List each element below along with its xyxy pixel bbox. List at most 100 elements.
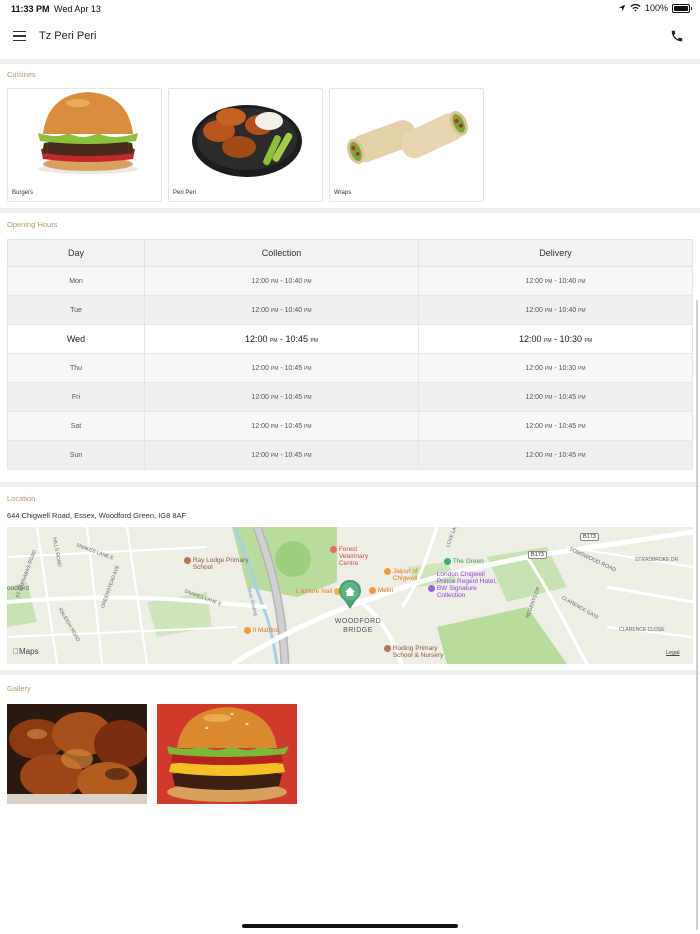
map-poi-the-green[interactable]: The Green [444, 558, 484, 565]
maps-brand: Maps [13, 647, 39, 656]
map-poi-london-chigwell[interactable]: London Chigwell Prince Regent Hotel, BW … [428, 571, 497, 599]
location-arrow-icon [618, 4, 626, 12]
delivery-cell: 12:00 PM - 10:45 PM [418, 411, 693, 441]
cuisine-label: Wraps [334, 190, 352, 196]
status-indicators: 100% [618, 3, 692, 13]
apple-maps-logo: Maps [13, 647, 39, 656]
gallery-image-wings[interactable] [7, 704, 147, 804]
collection-cell: 12:00 PM - 10:45 PM [144, 440, 419, 470]
section-divider [0, 670, 700, 675]
gallery-image-burger[interactable] [157, 704, 297, 804]
map-poi-forest-vet[interactable]: Forest Veterinary Centre [330, 546, 381, 567]
restaurant-title: Tz Peri Peri [39, 30, 97, 42]
burger-photo [157, 704, 297, 804]
status-date: Wed Apr 13 [54, 4, 101, 14]
school-icon [384, 645, 391, 652]
map-poi-jaipur[interactable]: Jaipur of Chigwell [384, 568, 427, 582]
map-poi-lamore[interactable]: L'amore Nail [296, 588, 342, 596]
location-map[interactable]: oodford ST BARNABAS ROAD HILLS ROAD SNAK… [7, 527, 693, 664]
table-row: Thu 12:00 PM - 10:45 PM 12:00 PM - 10:30… [7, 353, 693, 383]
status-bar: 11:33 PM Wed Apr 13 100% [0, 0, 700, 18]
map-poi-label: Roding Primary School & Nursery [392, 645, 444, 659]
cuisine-label: Peri Peri [173, 190, 197, 196]
cuisine-label: Burgers [12, 190, 34, 196]
restaurant-icon [384, 568, 391, 575]
map-poi-label: Melin [377, 587, 394, 595]
peri-peri-wings-image [192, 105, 302, 177]
battery-icon [672, 3, 692, 13]
delivery-cell: 12:00 PM - 10:45 PM [418, 382, 693, 412]
day-cell: Thu [7, 353, 145, 383]
collection-cell: 12:00 PM - 10:40 PM [144, 266, 419, 296]
restaurant-icon [369, 587, 376, 594]
opening-hours-table: Day Collection Delivery Mon 12:00 PM - 1… [7, 239, 693, 470]
location-heading: Location [7, 494, 36, 503]
map-poi-label: Forest Veterinary Centre [338, 546, 369, 567]
map-street-label: STRADBROKE DR [635, 557, 679, 563]
burger-image [38, 92, 138, 174]
day-cell: Fri [7, 382, 145, 412]
table-header-collection: Collection [144, 239, 419, 267]
hotel-icon [428, 585, 435, 592]
restaurant-icon [244, 627, 251, 634]
collection-cell: 12:00 PM - 10:45 PM [144, 324, 419, 354]
road-shield-b173: B173 [528, 551, 547, 559]
map-street-label: CLARENCE CLOSE [619, 627, 665, 633]
hamburger-menu-icon[interactable] [13, 31, 26, 42]
table-row: Tue 12:00 PM - 10:40 PM 12:00 PM - 10:40… [7, 295, 693, 325]
wraps-image [347, 111, 468, 164]
collection-cell: 12:00 PM - 10:40 PM [144, 295, 419, 325]
day-cell: Tue [7, 295, 145, 325]
table-row: Sun 12:00 PM - 10:45 PM 12:00 PM - 10:45… [7, 440, 693, 470]
map-poi-label: Il Mattino [252, 627, 280, 635]
scrollbar[interactable] [696, 300, 698, 930]
school-icon [184, 557, 191, 564]
home-indicator[interactable] [242, 924, 458, 928]
restaurant-address: 644 Chigwell Road, Essex, Woodford Green… [7, 511, 187, 520]
app-header: Tz Peri Peri [0, 18, 700, 58]
table-row: Sat 12:00 PM - 10:45 PM 12:00 PM - 10:45… [7, 411, 693, 441]
cuisine-card-wraps[interactable]: Wraps [329, 88, 484, 202]
section-divider [0, 482, 700, 487]
road-shield-b173: B173 [580, 533, 599, 541]
vet-icon [330, 546, 337, 553]
grilled-chicken-photo [7, 704, 147, 804]
map-poi-il-mattino[interactable]: Il Mattino [244, 627, 279, 634]
map-legal-link[interactable]: Legal [666, 650, 679, 656]
day-cell: Wed [7, 324, 145, 354]
day-cell: Sat [7, 411, 145, 441]
table-row: Fri 12:00 PM - 10:45 PM 12:00 PM - 10:45… [7, 382, 693, 412]
battery-percent: 100% [644, 3, 668, 13]
map-area-label: WOODFORD BRIDGE [334, 618, 382, 634]
map-poi-label: Ray Lodge Primary School [192, 557, 249, 571]
restaurant-location-pin-icon[interactable] [338, 580, 362, 610]
map-poi-label: The Green [452, 558, 484, 566]
collection-cell: 12:00 PM - 10:45 PM [144, 411, 419, 441]
cuisine-card-peri-peri[interactable]: Peri Peri [168, 88, 323, 202]
map-poi-ray-lodge[interactable]: Ray Lodge Primary School [184, 557, 253, 571]
table-header-day: Day [7, 239, 145, 267]
park-icon [444, 558, 451, 565]
wifi-icon [630, 4, 641, 12]
map-poi-roding[interactable]: Roding Primary School & Nursery [384, 645, 455, 659]
collection-cell: 12:00 PM - 10:45 PM [144, 382, 419, 412]
delivery-cell: 12:00 PM - 10:40 PM [418, 295, 693, 325]
map-poi-label: Jaipur of Chigwell [392, 568, 418, 582]
phone-icon[interactable] [670, 29, 684, 43]
delivery-cell: 12:00 PM - 10:40 PM [418, 266, 693, 296]
table-row: Mon 12:00 PM - 10:40 PM 12:00 PM - 10:40… [7, 266, 693, 296]
gallery-heading: Gallery [7, 684, 31, 693]
table-row-today: Wed 12:00 PM - 10:45 PM 12:00 PM - 10:30… [7, 324, 693, 354]
delivery-cell: 12:00 PM - 10:30 PM [418, 353, 693, 383]
map-poi-label: L'amore Nail [296, 588, 333, 596]
opening-hours-heading: Opening Hours [7, 220, 58, 229]
section-divider [0, 59, 700, 64]
day-cell: Sun [7, 440, 145, 470]
map-poi-label: London Chigwell Prince Regent Hotel, BW … [436, 571, 497, 599]
map-poi-melin[interactable]: Melin [369, 587, 393, 594]
table-header-delivery: Delivery [418, 239, 693, 267]
cuisines-heading: Cuisines [7, 70, 36, 79]
section-divider [0, 208, 700, 213]
delivery-cell: 12:00 PM - 10:30 PM [418, 324, 693, 354]
cuisine-card-burgers[interactable]: Burgers [7, 88, 162, 202]
